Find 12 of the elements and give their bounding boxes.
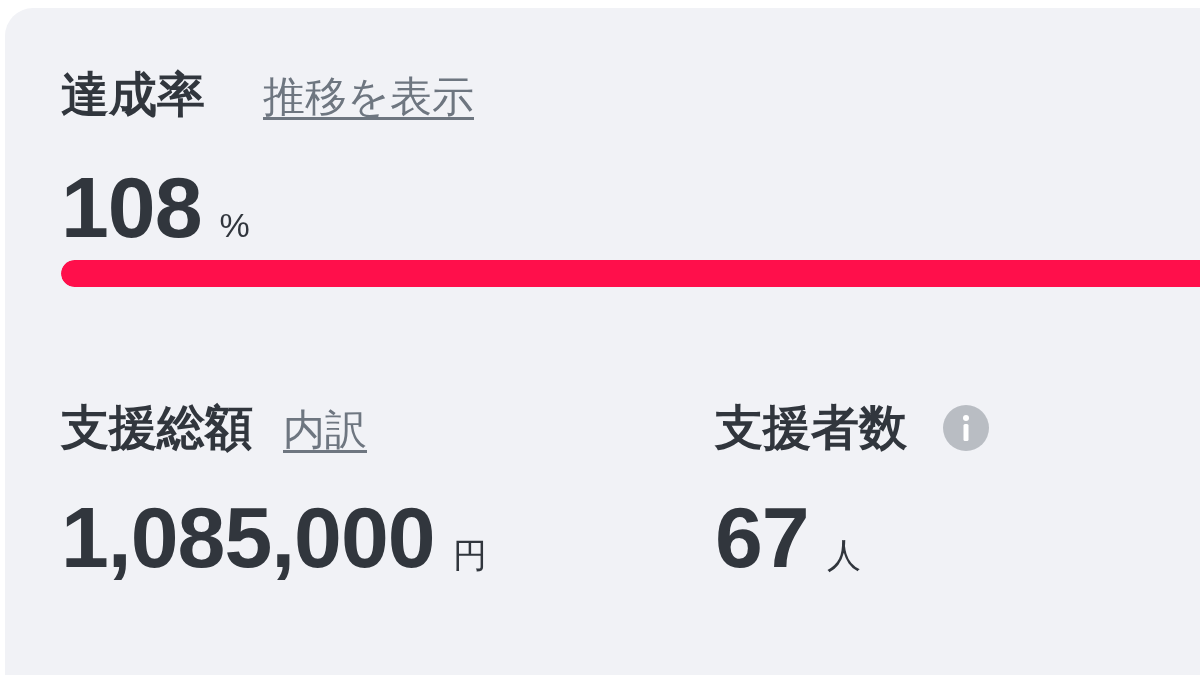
unit-label: 人 [826,535,861,576]
metric-value: 1,085,000 [61,494,435,580]
text-link[interactable]: 内訳 [283,402,367,458]
metric-value: 108 [61,164,202,250]
unit-label: 円 [452,535,487,576]
metric-label: 支援総額 [61,400,253,456]
info-icon[interactable] [943,405,989,451]
text-link[interactable]: 推移を表示 [263,69,474,125]
metric-value: 67 [715,494,809,580]
metric-label: 支援者数 [715,400,907,456]
metric-label: 達成率 [61,67,205,123]
unit-label: % [219,205,250,246]
